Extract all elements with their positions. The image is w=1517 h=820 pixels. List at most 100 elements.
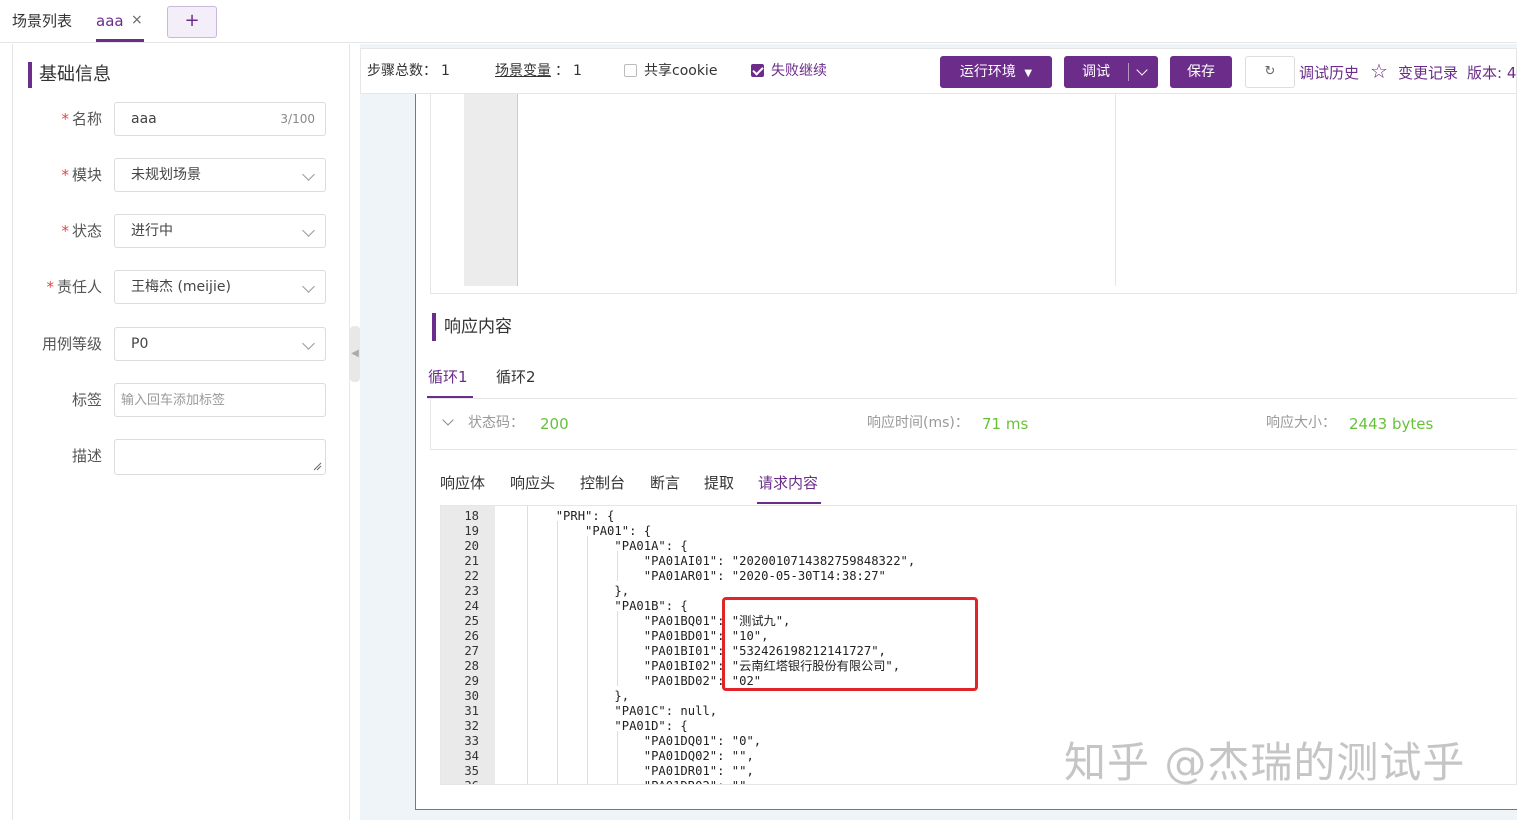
name-input[interactable]: aaa 3/100 <box>114 102 326 136</box>
response-time-value: 71 ms <box>982 415 1029 433</box>
active-tab-indicator <box>96 39 144 42</box>
chevron-down-icon[interactable] <box>1136 64 1148 76</box>
tab-loop-1[interactable]: 循环1 <box>428 366 468 388</box>
owner-select[interactable]: 王梅杰 (meijie) <box>114 270 326 304</box>
module-select[interactable]: 未规划场景 <box>114 158 326 192</box>
code-line: 28 "PA01BI02": "云南红塔银行股份有限公司", <box>441 659 1516 674</box>
refresh-button[interactable]: ↻ <box>1245 56 1295 88</box>
share-cookie-checkbox[interactable] <box>624 64 637 77</box>
owner-value: 王梅杰 (meijie) <box>131 279 231 295</box>
response-size-value: 2443 bytes <box>1349 415 1434 433</box>
level-select[interactable]: P0 <box>114 327 326 361</box>
line-number: 36 <box>441 779 479 784</box>
code-text: }, <box>497 584 630 598</box>
code-line: 19 "PA01": { <box>441 524 1516 539</box>
tab-response-headers[interactable]: 响应头 <box>510 472 555 494</box>
status-value: 进行中 <box>131 223 173 239</box>
line-number: 20 <box>464 539 479 553</box>
scene-vars-sep: ： <box>555 63 569 79</box>
tab-extract[interactable]: 提取 <box>704 472 734 494</box>
watermark: 知乎 @杰瑞的测试乎 <box>1064 738 1466 787</box>
fail-continue-checkbox[interactable] <box>751 64 764 77</box>
tags-label: 标签 <box>71 391 102 409</box>
line-number: 25 <box>464 614 479 628</box>
line-number: 27 <box>464 644 479 658</box>
fail-continue-label[interactable]: 失败继续 <box>771 49 827 93</box>
line-number: 35 <box>464 764 479 778</box>
name-value: aaa <box>131 111 157 127</box>
tags-input[interactable]: 输入回车添加标签 <box>114 383 326 417</box>
chevron-down-icon <box>302 280 315 293</box>
code-line: 18 "PRH": { <box>441 509 1516 524</box>
refresh-icon: ↻ <box>1264 64 1276 79</box>
save-button[interactable]: 保存 <box>1170 56 1232 88</box>
code-line: 27 "PA01BI01": "532426198212141727", <box>441 644 1516 659</box>
code-text: "PA01AI01": "2020010714382759848322", <box>497 554 916 568</box>
line-number: 32 <box>464 719 479 733</box>
tab-scene-list[interactable]: 场景列表 <box>12 0 72 42</box>
status-select[interactable]: 进行中 <box>114 214 326 248</box>
code-text: "PRH": { <box>497 509 615 523</box>
level-value: P0 <box>131 336 149 352</box>
owner-label-text: 责任人 <box>56 278 102 296</box>
code-text: "PA01DQ01": "0", <box>497 734 762 748</box>
debug-divider <box>1128 63 1129 81</box>
version-label[interactable]: 版本: 4 <box>1467 62 1516 84</box>
level-label: 用例等级 <box>41 335 102 353</box>
tab-console[interactable]: 控制台 <box>580 472 625 494</box>
editor-divider <box>1115 94 1116 286</box>
code-text: "PA01DR01": "", <box>497 764 754 778</box>
change-log-link[interactable]: 变更记录 <box>1398 62 1458 84</box>
add-tab-button[interactable]: + <box>167 6 217 38</box>
debug-history-link[interactable]: 调试历史 <box>1299 62 1359 84</box>
tab-response-body[interactable]: 响应体 <box>440 472 485 494</box>
section-marker <box>28 62 32 88</box>
debug-label: 调试 <box>1082 64 1110 80</box>
tab-assertions[interactable]: 断言 <box>650 472 680 494</box>
name-counter: 3/100 <box>280 112 315 126</box>
debug-button[interactable]: 调试 <box>1064 56 1158 88</box>
code-text: }, <box>497 689 630 703</box>
section-marker <box>432 313 436 341</box>
line-number: 33 <box>464 734 479 748</box>
code-text: "PA01DQ02": "", <box>497 749 754 763</box>
desc-label: 描述 <box>71 447 102 465</box>
line-number: 22 <box>464 569 479 583</box>
chevron-down-icon <box>302 337 315 350</box>
desc-textarea[interactable] <box>114 439 326 475</box>
tab-request-content[interactable]: 请求内容 <box>758 472 818 494</box>
code-line: 23 }, <box>441 584 1516 599</box>
required-mark: * <box>61 110 69 128</box>
active-tab-indicator <box>757 502 821 504</box>
scene-vars-link[interactable]: 场景变量 <box>495 49 551 93</box>
line-number: 31 <box>464 704 479 718</box>
share-cookie-label[interactable]: 共享cookie <box>644 49 717 93</box>
status-code-value: 200 <box>540 415 569 433</box>
response-title: 响应内容 <box>444 317 512 337</box>
close-icon[interactable]: × <box>131 0 143 40</box>
steps-total-label: 步骤总数： <box>367 63 437 79</box>
tab-current-scene[interactable]: aaa <box>96 0 124 42</box>
code-line: 26 "PA01BD01": "10", <box>441 629 1516 644</box>
code-line: 22 "PA01AR01": "2020-05-30T14:38:27" <box>441 569 1516 584</box>
resize-handle-icon[interactable] <box>313 462 322 471</box>
line-number: 18 <box>464 509 479 523</box>
code-text: "PA01": { <box>497 524 652 538</box>
code-text: "PA01DR02": "" <box>497 779 747 784</box>
line-number: 34 <box>464 749 479 763</box>
response-time-label: 响应时间(ms)： <box>867 415 969 431</box>
collapse-panel-handle[interactable]: ◀ <box>350 326 360 382</box>
code-line: 29 "PA01BD02": "02" <box>441 674 1516 689</box>
run-env-button[interactable]: 运行环境 ▼ <box>940 56 1052 88</box>
line-number: 21 <box>464 554 479 568</box>
tab-loop-2[interactable]: 循环2 <box>496 366 536 388</box>
tags-placeholder: 输入回车添加标签 <box>121 393 226 408</box>
chevron-left-icon: ◀ <box>351 348 359 359</box>
module-label: * 模块 <box>0 158 102 192</box>
code-line: 25 "PA01BQ01": "测试九", <box>441 614 1516 629</box>
star-icon[interactable]: ☆ <box>1370 58 1388 84</box>
tab-divider <box>427 398 1517 399</box>
code-text: "PA01B": { <box>497 599 688 613</box>
status-label-text: 状态 <box>71 222 102 240</box>
code-text: "PA01A": { <box>497 539 688 553</box>
